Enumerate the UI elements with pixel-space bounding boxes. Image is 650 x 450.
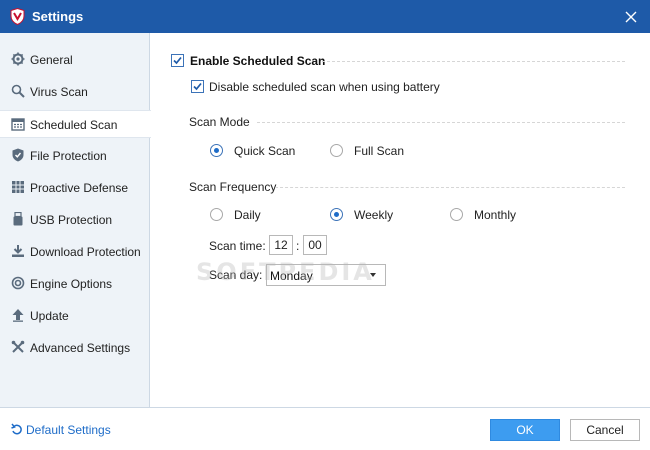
sidebar-item-engine-options[interactable]: Engine Options (0, 270, 150, 298)
window-title: Settings (32, 9, 84, 24)
sidebar-item-usb-protection[interactable]: USB Protection (0, 206, 150, 234)
sidebar-item-virus-scan[interactable]: Virus Scan (0, 78, 150, 106)
time-separator: : (296, 239, 300, 253)
tools-icon (11, 340, 25, 353)
scan-frequency-heading: Scan Frequency (189, 180, 277, 194)
section-divider (257, 122, 625, 123)
footer-bar: Default Settings OK Cancel (0, 407, 650, 450)
default-settings-link[interactable]: Default Settings (11, 423, 111, 437)
sidebar-item-proactive-defense[interactable]: Proactive Defense (0, 174, 150, 202)
upload-arrow-icon (12, 309, 24, 322)
scan-mode-heading: Scan Mode (189, 115, 250, 129)
enable-scheduled-scan-label[interactable]: Enable Scheduled Scan (190, 54, 325, 68)
checkmark-icon (193, 82, 202, 91)
calendar-icon (11, 118, 25, 131)
shield-icon (12, 148, 24, 162)
scan-time-label: Scan time: (209, 239, 266, 253)
scheduled-scan-panel: Enable Scheduled Scan Disable scheduled … (151, 33, 650, 407)
reset-arrow-icon (11, 423, 22, 435)
sidebar-item-file-protection[interactable]: File Protection (0, 142, 150, 170)
gear-icon (11, 52, 25, 66)
weekly-label[interactable]: Weekly (354, 208, 393, 222)
scan-time-minute-input[interactable]: 00 (303, 235, 327, 255)
daily-label[interactable]: Daily (234, 208, 261, 222)
sidebar-item-general[interactable]: General (0, 46, 150, 74)
title-bar: Settings (0, 0, 650, 33)
ok-button[interactable]: OK (490, 419, 560, 441)
section-divider (275, 187, 625, 188)
sidebar-item-download-protection[interactable]: Download Protection (0, 238, 150, 266)
full-scan-label[interactable]: Full Scan (354, 144, 404, 158)
disable-on-battery-label[interactable]: Disable scheduled scan when using batter… (209, 80, 440, 94)
disable-on-battery-checkbox[interactable] (191, 80, 204, 93)
monthly-label[interactable]: Monthly (474, 208, 516, 222)
softpedia-watermark: SOFTPEDIA (196, 258, 375, 286)
sidebar: General Virus Scan Scheduled Scan File P… (0, 33, 151, 407)
sidebar-item-scheduled-scan[interactable]: Scheduled Scan (0, 110, 151, 138)
quick-scan-label[interactable]: Quick Scan (234, 144, 295, 158)
quick-scan-radio[interactable] (210, 144, 223, 157)
cancel-button[interactable]: Cancel (570, 419, 640, 441)
magnifier-icon (11, 84, 25, 98)
weekly-radio[interactable] (330, 208, 343, 221)
close-icon[interactable] (620, 6, 642, 28)
grid-icon (12, 181, 24, 193)
checkmark-icon (173, 56, 182, 65)
scan-time-hour-input[interactable]: 12 (269, 235, 293, 255)
section-divider (322, 61, 625, 62)
sidebar-item-advanced-settings[interactable]: Advanced Settings (0, 334, 150, 362)
enable-scheduled-scan-checkbox[interactable] (171, 54, 184, 67)
sidebar-item-update[interactable]: Update (0, 302, 150, 330)
download-icon (12, 245, 24, 257)
daily-radio[interactable] (210, 208, 223, 221)
engine-icon (11, 276, 25, 290)
usb-icon (13, 212, 23, 226)
app-shield-logo-icon (10, 8, 25, 25)
monthly-radio[interactable] (450, 208, 463, 221)
full-scan-radio[interactable] (330, 144, 343, 157)
